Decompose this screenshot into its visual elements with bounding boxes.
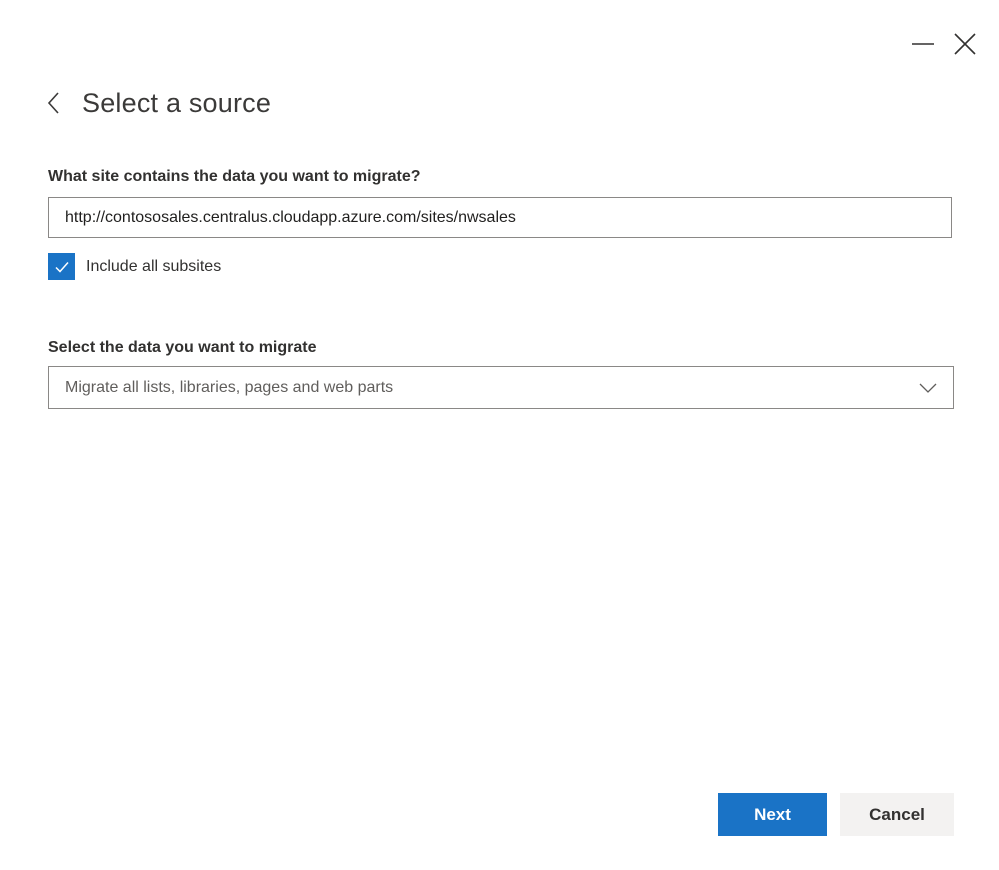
- back-button[interactable]: [46, 86, 68, 120]
- data-select-label: Select the data you want to migrate: [48, 339, 317, 356]
- site-url-input[interactable]: [48, 197, 952, 238]
- page-header: Select a source: [46, 86, 271, 120]
- site-field-label: What site contains the data you want to …: [48, 168, 421, 185]
- minimize-button[interactable]: [909, 30, 937, 58]
- minimize-icon: [912, 43, 934, 45]
- checkbox-label: Include all subsites: [86, 257, 222, 275]
- window-controls: [909, 30, 979, 58]
- data-select-dropdown[interactable]: Migrate all lists, libraries, pages and …: [48, 366, 954, 409]
- include-subsites-checkbox[interactable]: Include all subsites: [48, 253, 221, 280]
- migration-dialog: Select a source What site contains the d…: [0, 0, 999, 870]
- close-icon: [954, 33, 976, 55]
- checkbox-box[interactable]: [48, 253, 75, 280]
- next-button[interactable]: Next: [718, 793, 827, 836]
- chevron-down-icon: [919, 383, 937, 393]
- page-title: Select a source: [82, 87, 272, 118]
- close-button[interactable]: [951, 30, 979, 58]
- checkmark-icon: [54, 261, 69, 273]
- chevron-left-icon: [47, 92, 59, 114]
- cancel-button[interactable]: Cancel: [840, 793, 954, 836]
- dropdown-selected-value: Migrate all lists, libraries, pages and …: [65, 378, 394, 396]
